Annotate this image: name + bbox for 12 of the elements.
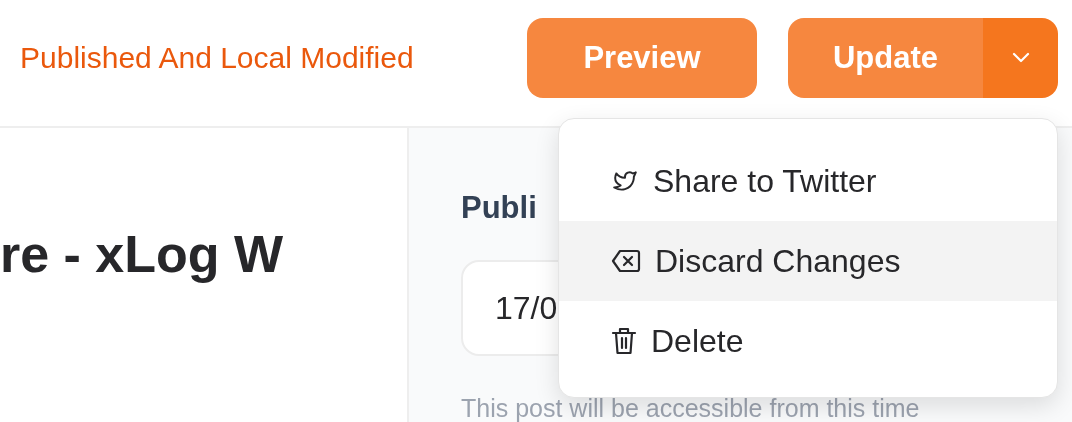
bird-icon bbox=[611, 168, 639, 194]
dropdown-toggle-button[interactable] bbox=[983, 18, 1058, 98]
menu-item[interactable]: Share to Twitter bbox=[559, 141, 1057, 221]
chevron-down-icon bbox=[1010, 52, 1031, 64]
section-heading: Publi bbox=[461, 190, 538, 226]
trash-icon bbox=[611, 326, 637, 356]
post-title: re - xLog W bbox=[0, 224, 285, 284]
hint-text: This post will be accessible from this time bbox=[461, 394, 921, 422]
backspace-icon bbox=[611, 248, 641, 274]
menu-item[interactable]: Delete bbox=[559, 301, 1057, 381]
status-text: Published And Local Modified bbox=[20, 41, 415, 75]
menu-item[interactable]: Discard Changes bbox=[559, 221, 1057, 301]
